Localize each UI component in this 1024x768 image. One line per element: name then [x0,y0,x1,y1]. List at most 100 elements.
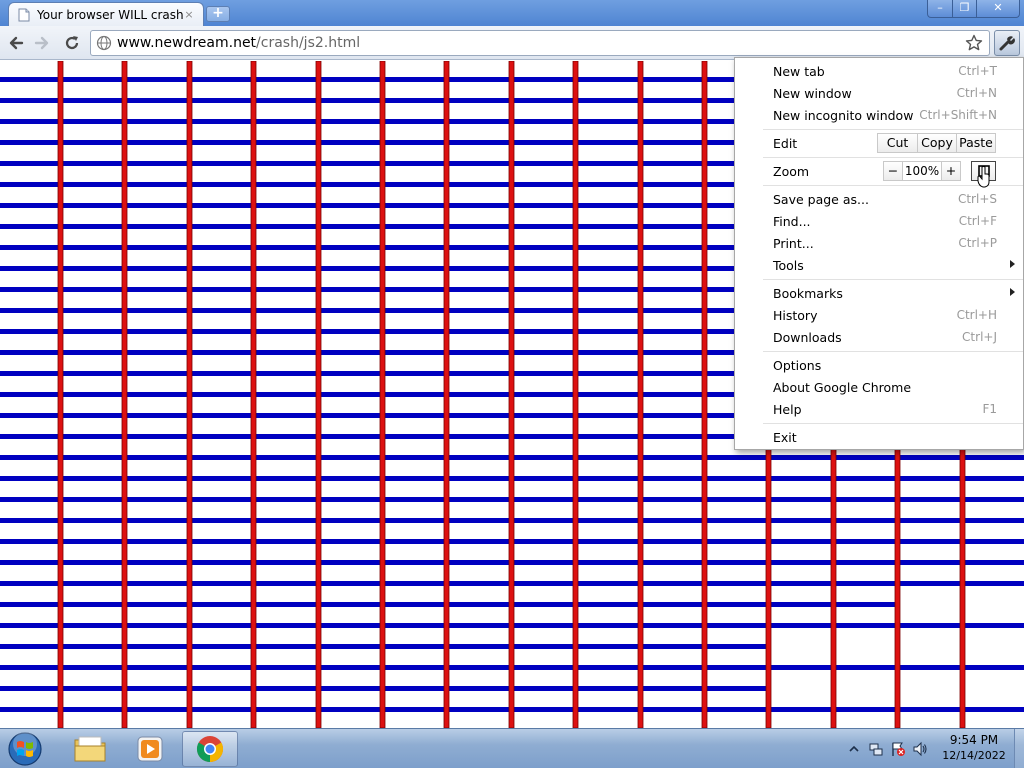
wrench-icon [999,36,1015,51]
menu-separator [763,157,1023,158]
menu-shortcut: Ctrl+H [956,308,997,322]
menu-label: New incognito window [773,107,914,123]
zoom-in-button[interactable]: + [941,161,961,181]
grid-vertical-line [250,61,257,728]
menu-item-new-incognito-window[interactable]: New incognito window Ctrl+Shift+N [735,104,1023,126]
grid-vertical-line [186,61,193,728]
reload-icon [65,36,79,50]
menu-separator [763,423,1023,424]
back-arrow-icon [9,36,24,50]
grid-vertical-line [121,61,128,728]
menu-label: Help [773,401,802,417]
clock-date: 12/14/2022 [942,749,1006,762]
address-bar[interactable]: www.newdream.net/crash/js2.html [90,30,990,56]
menu-item-downloads[interactable]: Downloads Ctrl+J [735,326,1023,348]
volume-icon[interactable] [912,741,928,757]
chrome-icon [196,736,224,763]
taskbar-chrome-button[interactable] [182,731,238,767]
submenu-arrow-icon [1010,260,1015,268]
globe-icon [96,35,112,51]
taskbar-explorer-button[interactable] [62,731,118,767]
grid-vertical-line [572,61,579,728]
zoom-out-button[interactable]: − [883,161,903,181]
menu-item-bookmarks[interactable]: Bookmarks [735,282,1023,304]
menu-label: Downloads [773,329,842,345]
windows-start-icon [8,732,42,766]
paste-button[interactable]: Paste [956,133,996,153]
url-host: www.newdream.net [117,35,257,51]
tab-active[interactable]: Your browser WILL crash × [8,2,204,26]
close-window-button[interactable]: ✕ [976,0,1020,18]
menu-item-new-tab[interactable]: New tab Ctrl+T [735,60,1023,82]
menu-item-print[interactable]: Print... Ctrl+P [735,232,1023,254]
menu-label: History [773,307,818,323]
menu-item-exit[interactable]: Exit [735,426,1023,448]
new-tab-button[interactable]: + [206,6,230,22]
toolbar: www.newdream.net/crash/js2.html [0,26,1024,60]
menu-separator [763,351,1023,352]
network-icon[interactable] [868,741,884,757]
media-player-icon [137,736,163,762]
reload-button[interactable] [60,31,84,55]
submenu-arrow-icon [1010,288,1015,296]
menu-item-options[interactable]: Options [735,354,1023,376]
menu-item-help[interactable]: Help F1 [735,398,1023,420]
wrench-menu-button[interactable] [994,30,1020,56]
taskbar: 9:54 PM 12/14/2022 [0,728,1024,768]
menu-shortcut: Ctrl+N [956,86,997,100]
grid-vertical-line [315,61,322,728]
grid-vertical-line [508,61,515,728]
menu-label: New tab [773,63,825,79]
mouse-cursor-icon [977,166,990,188]
menu-label: Options [773,357,822,373]
cut-button[interactable]: Cut [877,133,918,153]
menu-shortcut: F1 [982,402,997,416]
menu-shortcut: Ctrl+Shift+N [919,108,997,122]
tab-close-icon[interactable]: × [183,8,195,21]
menu-shortcut: Ctrl+S [957,192,997,206]
url-path: /crash/js2.html [256,35,361,51]
grid-vertical-line [379,61,386,728]
show-hidden-icons-icon[interactable] [846,741,862,757]
menu-label: About Google Chrome [773,379,912,395]
menu-item-history[interactable]: History Ctrl+H [735,304,1023,326]
start-button[interactable] [4,730,46,768]
menu-item-tools[interactable]: Tools [735,254,1023,276]
screen: Your browser WILL crash × + – ❐ ✕ www.ne… [0,0,1024,768]
tab-title: Your browser WILL crash [37,7,183,22]
grid-vertical-line [443,61,450,728]
back-button[interactable] [4,31,28,55]
menu-item-save-page-as[interactable]: Save page as... Ctrl+S [735,188,1023,210]
clock[interactable]: 9:54 PM 12/14/2022 [936,733,1012,763]
forward-arrow-icon [34,36,49,50]
grid-vertical-line [57,61,64,728]
menu-label: Exit [773,429,797,445]
menu-label: Bookmarks [773,285,843,301]
grid-vertical-line [637,61,644,728]
menu-item-new-window[interactable]: New window Ctrl+N [735,82,1023,104]
bookmark-star-icon[interactable] [965,34,983,52]
menu-label: Tools [773,257,804,273]
taskbar-media-player-button[interactable] [122,731,178,767]
menu-label: Save page as... [773,191,869,207]
clock-time: 9:54 PM [949,733,999,747]
menu-shortcut: Ctrl+J [962,330,997,344]
forward-button[interactable] [30,31,54,55]
maximize-button[interactable]: ❐ [952,0,977,18]
minimize-button[interactable]: – [927,0,953,18]
zoom-level: 100% [903,161,941,181]
menu-shortcut: Ctrl+F [958,214,997,228]
grid-vertical-line [701,61,708,728]
menu-item-find[interactable]: Find... Ctrl+F [735,210,1023,232]
menu-shortcut: Ctrl+T [958,64,997,78]
show-desktop-button[interactable] [1014,729,1024,768]
menu-separator [763,279,1023,280]
menu-separator [763,129,1023,130]
copy-button[interactable]: Copy [917,133,957,153]
menu-label: New window [773,85,852,101]
page-icon [18,8,30,21]
menu-label: Print... [773,235,814,251]
menu-item-about-google-chrome[interactable]: About Google Chrome [735,376,1023,398]
action-center-flag-icon[interactable] [890,741,906,757]
menu-label: Find... [773,213,811,229]
